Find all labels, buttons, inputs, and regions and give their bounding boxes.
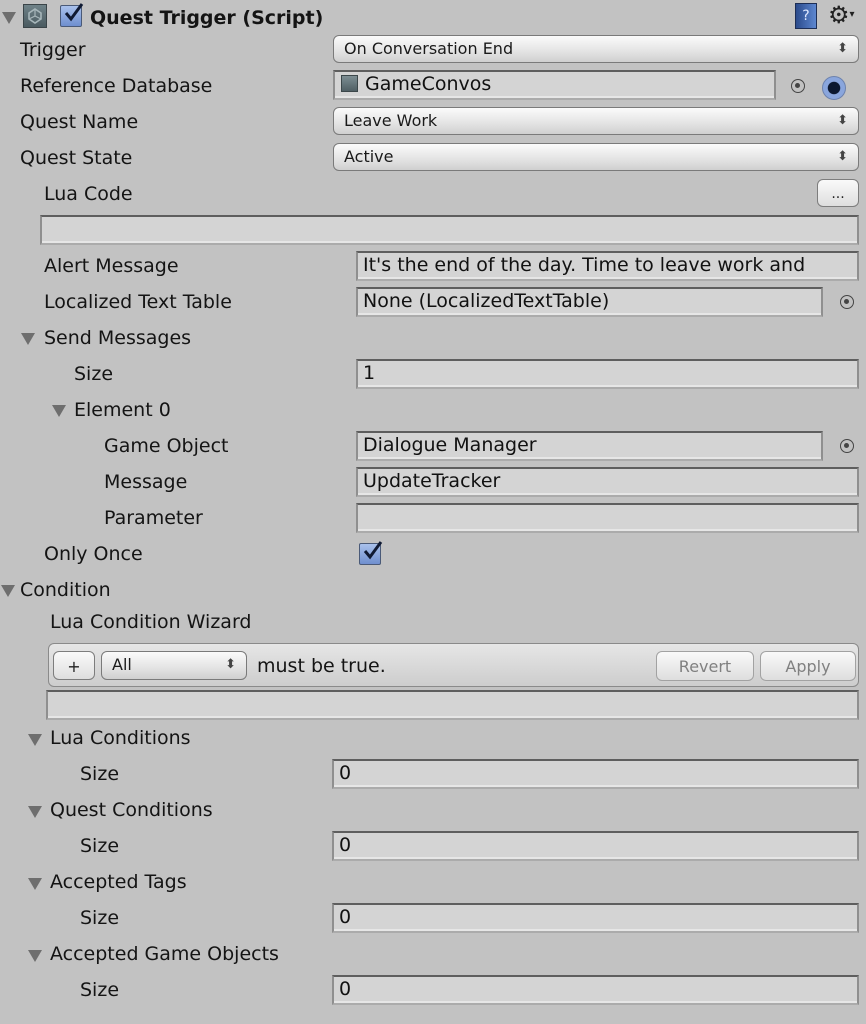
accepted-game-objects-size-label: Size (80, 979, 120, 1001)
accepted-game-objects-foldout-icon[interactable] (28, 950, 42, 962)
object-picker-icon[interactable] (791, 79, 805, 93)
condition-mode-dropdown[interactable]: All ⬍ (101, 651, 247, 680)
trigger-value: On Conversation End (344, 39, 514, 58)
localized-text-table-label: Localized Text Table (44, 291, 232, 313)
accepted-tags-size-field[interactable]: 0 (332, 903, 859, 933)
quest-state-label: Quest State (20, 147, 133, 169)
updown-arrow-icon: ⬍ (837, 113, 848, 128)
lua-code-label: Lua Code (44, 183, 133, 205)
updown-arrow-icon: ⬍ (837, 149, 848, 164)
lua-conditions-size-label: Size (80, 763, 120, 785)
element-0-label: Element 0 (74, 399, 171, 421)
quest-conditions-size-field[interactable]: 0 (332, 831, 859, 861)
element-0-foldout-icon[interactable] (52, 405, 66, 417)
only-once-label: Only Once (44, 543, 143, 565)
accepted-tags-label: Accepted Tags (50, 871, 187, 893)
accepted-tags-foldout-icon[interactable] (28, 878, 42, 890)
object-picker-icon[interactable] (840, 295, 854, 309)
quest-conditions-label: Quest Conditions (50, 799, 213, 821)
quest-name-value: Leave Work (344, 111, 438, 130)
help-book-icon[interactable]: ? (795, 3, 817, 29)
send-messages-size-label: Size (74, 363, 114, 385)
trigger-label: Trigger (20, 39, 86, 61)
reference-database-label: Reference Database (20, 75, 213, 97)
trigger-dropdown[interactable]: On Conversation End ⬍ (333, 35, 859, 63)
lua-conditions-label: Lua Conditions (50, 727, 191, 749)
parameter-label: Parameter (104, 507, 203, 529)
quest-name-label: Quest Name (20, 111, 139, 133)
quest-state-value: Active (344, 147, 394, 166)
radio-selected-icon[interactable] (822, 76, 846, 100)
component-foldout-icon[interactable] (2, 12, 16, 24)
lua-condition-textarea[interactable] (46, 690, 859, 720)
database-asset-icon (341, 75, 358, 92)
lua-conditions-foldout-icon[interactable] (28, 734, 42, 746)
apply-button[interactable]: Apply (760, 651, 856, 681)
alert-message-field[interactable]: It's the end of the day. Time to leave w… (356, 251, 859, 281)
script-icon (23, 4, 47, 28)
quest-conditions-size-label: Size (80, 835, 120, 857)
message-field[interactable]: UpdateTracker (356, 467, 859, 497)
send-messages-foldout-icon[interactable] (21, 333, 35, 345)
message-label: Message (104, 471, 188, 493)
quest-state-dropdown[interactable]: Active ⬍ (333, 143, 859, 171)
parameter-field[interactable] (356, 503, 859, 533)
send-messages-size-field[interactable]: 1 (356, 359, 859, 389)
lua-code-textarea[interactable] (40, 215, 859, 245)
only-once-checkbox[interactable] (359, 541, 383, 565)
alert-message-label: Alert Message (44, 255, 179, 277)
gear-icon[interactable]: ⚙▾ (828, 2, 855, 28)
condition-label: Condition (20, 579, 111, 601)
revert-button[interactable]: Revert (656, 651, 754, 681)
component-enabled-checkbox[interactable] (60, 3, 84, 27)
game-object-field[interactable]: Dialogue Manager (356, 431, 823, 461)
accepted-tags-size-label: Size (80, 907, 120, 929)
send-messages-label: Send Messages (44, 327, 192, 349)
game-object-label: Game Object (104, 435, 229, 457)
condition-foldout-icon[interactable] (1, 585, 15, 597)
lua-code-wizard-button[interactable]: ... (817, 179, 859, 207)
quest-name-dropdown[interactable]: Leave Work ⬍ (333, 107, 859, 135)
must-be-true-label: must be true. (257, 655, 386, 677)
localized-text-table-field[interactable]: None (LocalizedTextTable) (356, 287, 823, 317)
object-picker-icon[interactable] (840, 439, 854, 453)
accepted-game-objects-size-field[interactable]: 0 (332, 975, 859, 1005)
quest-conditions-foldout-icon[interactable] (28, 806, 42, 818)
lua-condition-wizard-label: Lua Condition Wizard (50, 611, 252, 633)
updown-arrow-icon: ⬍ (837, 41, 848, 56)
lua-conditions-size-field[interactable]: 0 (332, 759, 859, 789)
reference-database-value: GameConvos (365, 73, 492, 95)
accepted-game-objects-label: Accepted Game Objects (50, 943, 279, 965)
reference-database-field[interactable]: GameConvos (333, 70, 776, 100)
condition-mode-value: All (112, 655, 132, 674)
updown-arrow-icon: ⬍ (225, 657, 236, 672)
component-title: Quest Trigger (Script) (90, 7, 324, 29)
add-condition-button[interactable]: + (53, 651, 95, 680)
